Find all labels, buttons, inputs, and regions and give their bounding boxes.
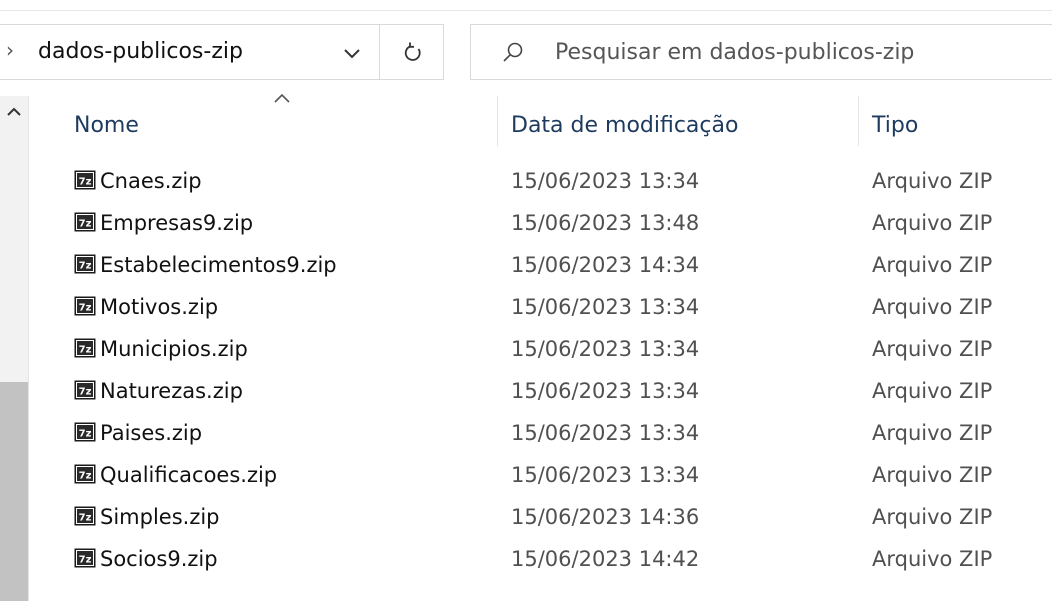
7zip-archive-icon: 7z [74, 506, 96, 526]
file-row[interactable]: 7z Socios9.zip 15/06/2023 14:42 Arquivo … [60, 538, 1052, 580]
search-input[interactable] [555, 37, 1035, 67]
sort-ascending-icon [274, 93, 290, 103]
column-header-type[interactable]: Tipo [872, 98, 918, 154]
file-date: 15/06/2023 14:34 [511, 253, 700, 277]
refresh-icon [404, 42, 421, 61]
file-name: Motivos.zip [100, 295, 219, 319]
file-row[interactable]: 7z Qualificacoes.zip 15/06/2023 13:34 Ar… [60, 454, 1052, 496]
column-header-date[interactable]: Data de modificação [511, 98, 738, 154]
column-separator[interactable] [497, 96, 498, 146]
7zip-archive-icon: 7z [74, 338, 96, 358]
file-date: 15/06/2023 13:34 [511, 337, 700, 361]
search-icon [503, 42, 523, 62]
file-name: Municipios.zip [100, 337, 248, 361]
svg-text:7z: 7z [79, 513, 92, 524]
svg-text:7z: 7z [79, 261, 92, 272]
column-header-name[interactable]: Nome [74, 98, 139, 154]
file-row[interactable]: 7z Simples.zip 15/06/2023 14:36 Arquivo … [60, 496, 1052, 538]
file-name: Simples.zip [100, 505, 220, 529]
file-type: Arquivo ZIP [872, 211, 993, 235]
file-row[interactable]: 7z Cnaes.zip 15/06/2023 13:34 Arquivo ZI… [60, 160, 1052, 202]
file-name: Empresas9.zip [100, 211, 254, 235]
file-type: Arquivo ZIP [872, 253, 993, 277]
7zip-archive-icon: 7z [74, 254, 96, 274]
7zip-archive-icon: 7z [74, 170, 96, 190]
file-type: Arquivo ZIP [872, 379, 993, 403]
pane-divider [28, 96, 29, 601]
refresh-button[interactable] [380, 24, 444, 80]
file-type: Arquivo ZIP [872, 463, 993, 487]
file-name: Estabelecimentos9.zip [100, 253, 337, 277]
file-type: Arquivo ZIP [872, 295, 993, 319]
navigation-pane-scrollbar[interactable] [0, 96, 28, 601]
file-name: Paises.zip [100, 421, 203, 445]
scrollbar-thumb[interactable] [0, 382, 28, 601]
address-bar[interactable]: › dados-publicos-zip [0, 24, 380, 80]
file-date: 15/06/2023 14:36 [511, 505, 700, 529]
file-type: Arquivo ZIP [872, 505, 993, 529]
7zip-archive-icon: 7z [74, 380, 96, 400]
file-row[interactable]: 7z Empresas9.zip 15/06/2023 13:48 Arquiv… [60, 202, 1052, 244]
file-name: Socios9.zip [100, 547, 218, 571]
scroll-up-icon[interactable] [4, 104, 24, 120]
file-row[interactable]: 7z Paises.zip 15/06/2023 13:34 Arquivo Z… [60, 412, 1052, 454]
7zip-archive-icon: 7z [74, 422, 96, 442]
file-date: 15/06/2023 13:34 [511, 169, 700, 193]
svg-text:7z: 7z [79, 555, 92, 566]
file-row[interactable]: 7z Municipios.zip 15/06/2023 13:34 Arqui… [60, 328, 1052, 370]
chevron-right-icon[interactable]: › [6, 40, 14, 60]
file-row[interactable]: 7z Naturezas.zip 15/06/2023 13:34 Arquiv… [60, 370, 1052, 412]
file-name: Naturezas.zip [100, 379, 243, 403]
file-type: Arquivo ZIP [872, 547, 993, 571]
file-date: 15/06/2023 13:34 [511, 421, 700, 445]
svg-text:7z: 7z [79, 471, 92, 482]
file-explorer-window: › dados-publicos-zip Nome Data [0, 0, 1052, 601]
file-row[interactable]: 7z Estabelecimentos9.zip 15/06/2023 14:3… [60, 244, 1052, 286]
file-list: 7z Cnaes.zip 15/06/2023 13:34 Arquivo ZI… [60, 160, 1052, 580]
file-type: Arquivo ZIP [872, 337, 993, 361]
file-date: 15/06/2023 13:34 [511, 295, 700, 319]
svg-text:7z: 7z [79, 387, 92, 398]
svg-text:7z: 7z [79, 345, 92, 356]
7zip-archive-icon: 7z [74, 548, 96, 568]
address-path[interactable]: dados-publicos-zip [38, 39, 243, 65]
file-date: 15/06/2023 13:34 [511, 463, 700, 487]
file-date: 15/06/2023 14:42 [511, 547, 700, 571]
7zip-archive-icon: 7z [74, 296, 96, 316]
file-type: Arquivo ZIP [872, 169, 993, 193]
7zip-archive-icon: 7z [74, 212, 96, 232]
svg-text:7z: 7z [79, 219, 92, 230]
7zip-archive-icon: 7z [74, 464, 96, 484]
search-box[interactable] [470, 24, 1052, 80]
top-divider [0, 10, 1052, 11]
svg-text:7z: 7z [79, 177, 92, 188]
column-separator[interactable] [858, 96, 859, 146]
svg-text:7z: 7z [79, 303, 92, 314]
file-date: 15/06/2023 13:34 [511, 379, 700, 403]
file-row[interactable]: 7z Motivos.zip 15/06/2023 13:34 Arquivo … [60, 286, 1052, 328]
file-name: Qualificacoes.zip [100, 463, 278, 487]
file-name: Cnaes.zip [100, 169, 202, 193]
file-type: Arquivo ZIP [872, 421, 993, 445]
file-date: 15/06/2023 13:48 [511, 211, 700, 235]
chevron-down-icon[interactable] [338, 39, 366, 67]
svg-text:7z: 7z [79, 429, 92, 440]
